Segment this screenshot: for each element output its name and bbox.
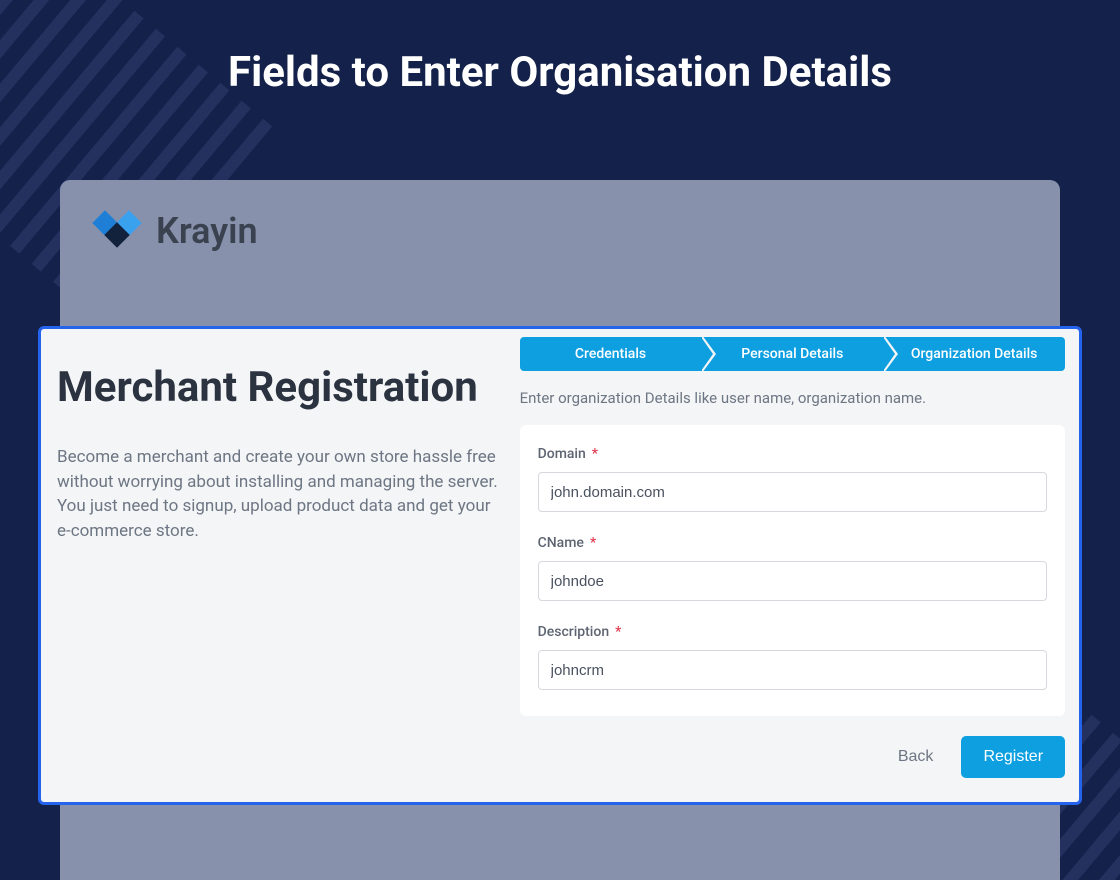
step-label: Personal Details — [741, 346, 843, 362]
step-label: Organization Details — [911, 346, 1038, 362]
back-button[interactable]: Back — [898, 748, 934, 766]
required-indicator: * — [592, 446, 598, 462]
label-text: Domain — [538, 446, 586, 462]
stepper-description: Enter organization Details like user nam… — [520, 389, 1065, 407]
page-title: Fields to Enter Organisation Details — [0, 48, 1120, 97]
field-cname: CName * — [538, 532, 1047, 601]
cname-input[interactable] — [538, 561, 1047, 601]
domain-input[interactable] — [538, 472, 1047, 512]
field-description: Description * — [538, 621, 1047, 690]
organization-form: Domain * CName * Description * — [520, 425, 1065, 716]
modal-left-pane: Merchant Registration Become a merchant … — [55, 337, 520, 778]
step-label: Credentials — [575, 346, 646, 362]
brand: Krayin — [90, 208, 1030, 254]
step-credentials[interactable]: Credentials — [520, 337, 702, 371]
cname-label: CName * — [538, 535, 597, 551]
label-text: Description — [538, 624, 610, 640]
description-input[interactable] — [538, 650, 1047, 690]
required-indicator: * — [590, 535, 596, 551]
form-actions: Back Register — [520, 736, 1065, 778]
stepper: Credentials Personal Details Organizatio… — [520, 337, 1065, 371]
brand-name: Krayin — [156, 210, 258, 252]
required-indicator: * — [615, 624, 621, 640]
registration-modal: Merchant Registration Become a merchant … — [38, 326, 1082, 805]
modal-right-pane: Credentials Personal Details Organizatio… — [520, 337, 1065, 778]
label-text: CName — [538, 535, 584, 551]
registration-title: Merchant Registration — [57, 365, 500, 411]
brand-logo-icon — [90, 208, 144, 254]
field-domain: Domain * — [538, 443, 1047, 512]
description-label: Description * — [538, 624, 622, 640]
register-button[interactable]: Register — [961, 736, 1065, 778]
domain-label: Domain * — [538, 446, 598, 462]
step-personal-details[interactable]: Personal Details — [701, 337, 883, 371]
registration-description: Become a merchant and create your own st… — [57, 445, 500, 544]
step-organization-details[interactable]: Organization Details — [883, 337, 1065, 371]
